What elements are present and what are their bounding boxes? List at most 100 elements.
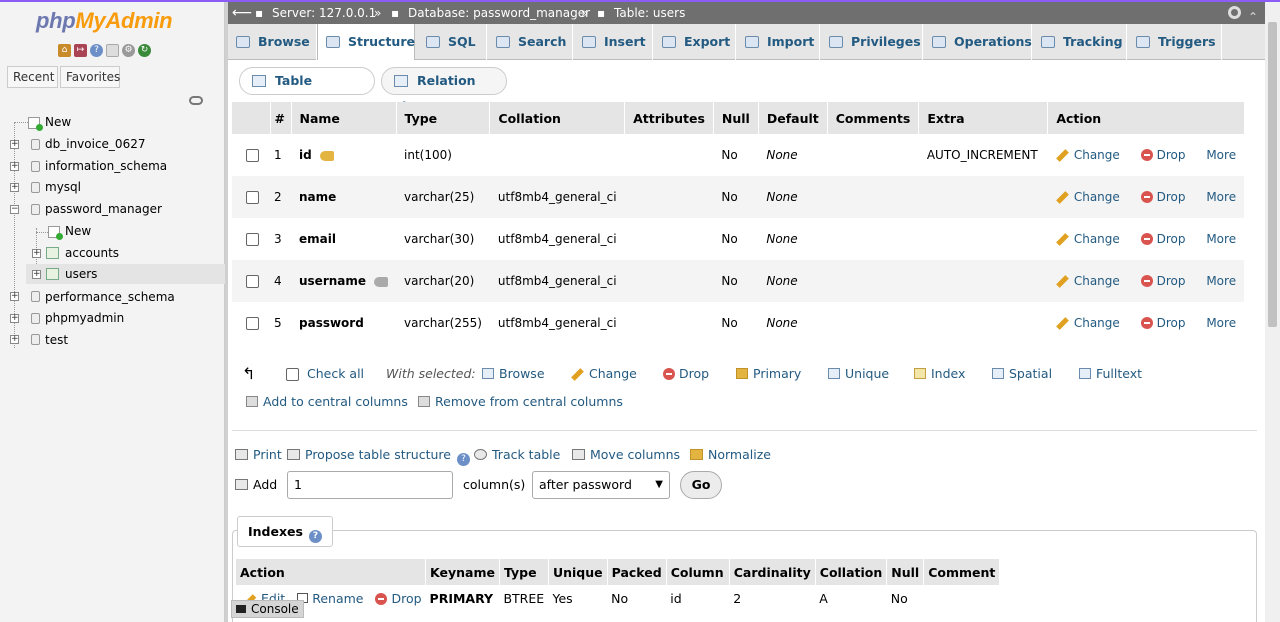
breadcrumb-server[interactable]: Server: 127.0.0.1 (272, 2, 376, 24)
tree-item-accounts[interactable]: accounts (65, 243, 119, 263)
track-table-button[interactable]: Track table (474, 444, 560, 466)
rename-index-button[interactable]: Rename (297, 591, 363, 606)
docs-icon[interactable] (106, 44, 119, 57)
row-checkbox[interactable] (246, 233, 259, 246)
tree-item-new-table[interactable]: New (65, 221, 91, 241)
tree-item-new[interactable]: New (45, 112, 71, 132)
expand-icon[interactable]: + (10, 183, 19, 192)
breadcrumb-table[interactable]: Table: users (614, 2, 685, 24)
tree-item-performance-schema[interactable]: performance_schema (45, 287, 175, 307)
tree-item-db-invoice[interactable]: db_invoice_0627 (45, 134, 145, 154)
change-button[interactable]: Change (1055, 274, 1120, 288)
expand-icon[interactable]: + (10, 162, 19, 171)
header-name[interactable]: Name (291, 102, 397, 134)
expand-icon[interactable]: + (32, 249, 41, 258)
change-button[interactable]: Change (1055, 148, 1120, 162)
help-icon[interactable]: ? (90, 44, 103, 57)
tree-item-password-manager[interactable]: password_manager (45, 199, 162, 219)
row-checkbox[interactable] (246, 149, 259, 162)
expand-icon[interactable]: + (10, 335, 19, 344)
change-button[interactable]: Change (1055, 316, 1120, 330)
header-collation[interactable]: Collation (489, 102, 626, 134)
change-button[interactable]: Change (1055, 190, 1120, 204)
indexes-title[interactable]: Indexes? (237, 516, 333, 547)
tab-sql[interactable]: SQL (418, 24, 487, 60)
link-with-main-panel-icon[interactable] (189, 96, 203, 105)
tree-item-test[interactable]: test (45, 330, 68, 350)
drop-button[interactable]: Drop (1140, 232, 1186, 246)
more-button[interactable]: More (1206, 148, 1236, 162)
scrollbar-thumb[interactable] (1268, 22, 1277, 327)
expand-icon[interactable]: + (10, 140, 19, 149)
reload-icon[interactable]: ↻ (138, 44, 151, 57)
console-toggle[interactable]: Console (231, 600, 304, 618)
header-null[interactable]: Null (713, 102, 759, 134)
row-checkbox[interactable] (246, 317, 259, 330)
bulk-index-button[interactable]: Index (914, 363, 965, 385)
home-icon[interactable]: ⌂ (58, 44, 71, 57)
more-button[interactable]: More (1206, 316, 1236, 330)
bulk-change-button[interactable]: Change (571, 363, 637, 385)
expand-icon[interactable]: + (32, 270, 41, 279)
tab-triggers[interactable]: Triggers (1128, 24, 1222, 60)
tab-tracking[interactable]: Tracking (1033, 24, 1127, 60)
remove-central-columns-button[interactable]: Remove from central columns (418, 391, 623, 413)
help-icon[interactable]: ? (456, 453, 470, 466)
header-attributes[interactable]: Attributes (624, 102, 714, 134)
favorites-button[interactable]: Favorites (60, 66, 120, 88)
row-checkbox[interactable] (246, 275, 259, 288)
settings-icon[interactable]: ⚙ (122, 44, 135, 57)
check-all-checkbox[interactable] (286, 368, 299, 381)
more-button[interactable]: More (1206, 274, 1236, 288)
header-type[interactable]: Type (396, 102, 491, 134)
tab-operations[interactable]: Operations (924, 24, 1032, 60)
bulk-fulltext-button[interactable]: Fulltext (1079, 363, 1142, 385)
tree-item-information-schema[interactable]: information_schema (45, 156, 167, 176)
column-name[interactable]: password (291, 302, 397, 344)
change-button[interactable]: Change (1055, 232, 1120, 246)
header-extra[interactable]: Extra (918, 102, 1049, 134)
tab-insert[interactable]: Insert (574, 24, 653, 60)
recent-button[interactable]: Recent (7, 66, 58, 88)
main-scrollbar[interactable] (1265, 2, 1280, 622)
bulk-primary-button[interactable]: Primary (736, 363, 801, 385)
tab-search[interactable]: Search (488, 24, 573, 60)
print-button[interactable]: Print (235, 444, 282, 466)
column-name[interactable]: id (291, 134, 397, 176)
header-num[interactable]: # (270, 102, 292, 134)
subtab-table-structure[interactable]: Table structure (239, 67, 375, 114)
tab-privileges[interactable]: Privileges (821, 24, 923, 60)
bulk-spatial-button[interactable]: Spatial (992, 363, 1052, 385)
drop-button[interactable]: Drop (1140, 190, 1186, 204)
drop-index-button[interactable]: Drop (375, 591, 422, 606)
column-position-select[interactable]: after password ▼ (532, 471, 670, 499)
column-name[interactable]: username (291, 260, 397, 302)
tab-import[interactable]: Import (737, 24, 820, 60)
tab-structure[interactable]: Structure (317, 24, 415, 60)
settings-gear-icon[interactable] (1228, 6, 1241, 19)
row-checkbox[interactable] (246, 191, 259, 204)
add-column-count-input[interactable]: 1 (287, 471, 453, 499)
propose-structure-button[interactable]: Propose table structure? (287, 444, 470, 466)
more-button[interactable]: More (1206, 190, 1236, 204)
normalize-button[interactable]: Normalize (690, 444, 771, 466)
expand-icon[interactable]: + (10, 292, 19, 301)
tree-item-phpmyadmin[interactable]: phpmyadmin (45, 308, 124, 328)
tree-item-mysql[interactable]: mysql (45, 177, 81, 197)
drop-button[interactable]: Drop (1140, 148, 1186, 162)
header-default[interactable]: Default (758, 102, 828, 134)
subtab-relation-view[interactable]: Relation view (381, 67, 507, 114)
go-button[interactable]: Go (680, 471, 722, 499)
tab-export[interactable]: Export (654, 24, 736, 60)
back-arrow-icon[interactable]: ⟵ (232, 2, 252, 24)
logout-icon[interactable]: ↦ (74, 44, 87, 57)
column-name[interactable]: email (291, 218, 397, 260)
bulk-unique-button[interactable]: Unique (828, 363, 889, 385)
expand-icon[interactable]: + (10, 314, 19, 323)
move-columns-button[interactable]: Move columns (572, 444, 680, 466)
more-button[interactable]: More (1206, 232, 1236, 246)
bulk-browse-button[interactable]: Browse (482, 363, 545, 385)
add-central-columns-button[interactable]: Add to central columns (246, 391, 408, 413)
drop-button[interactable]: Drop (1140, 316, 1186, 330)
header-comments[interactable]: Comments (827, 102, 920, 134)
